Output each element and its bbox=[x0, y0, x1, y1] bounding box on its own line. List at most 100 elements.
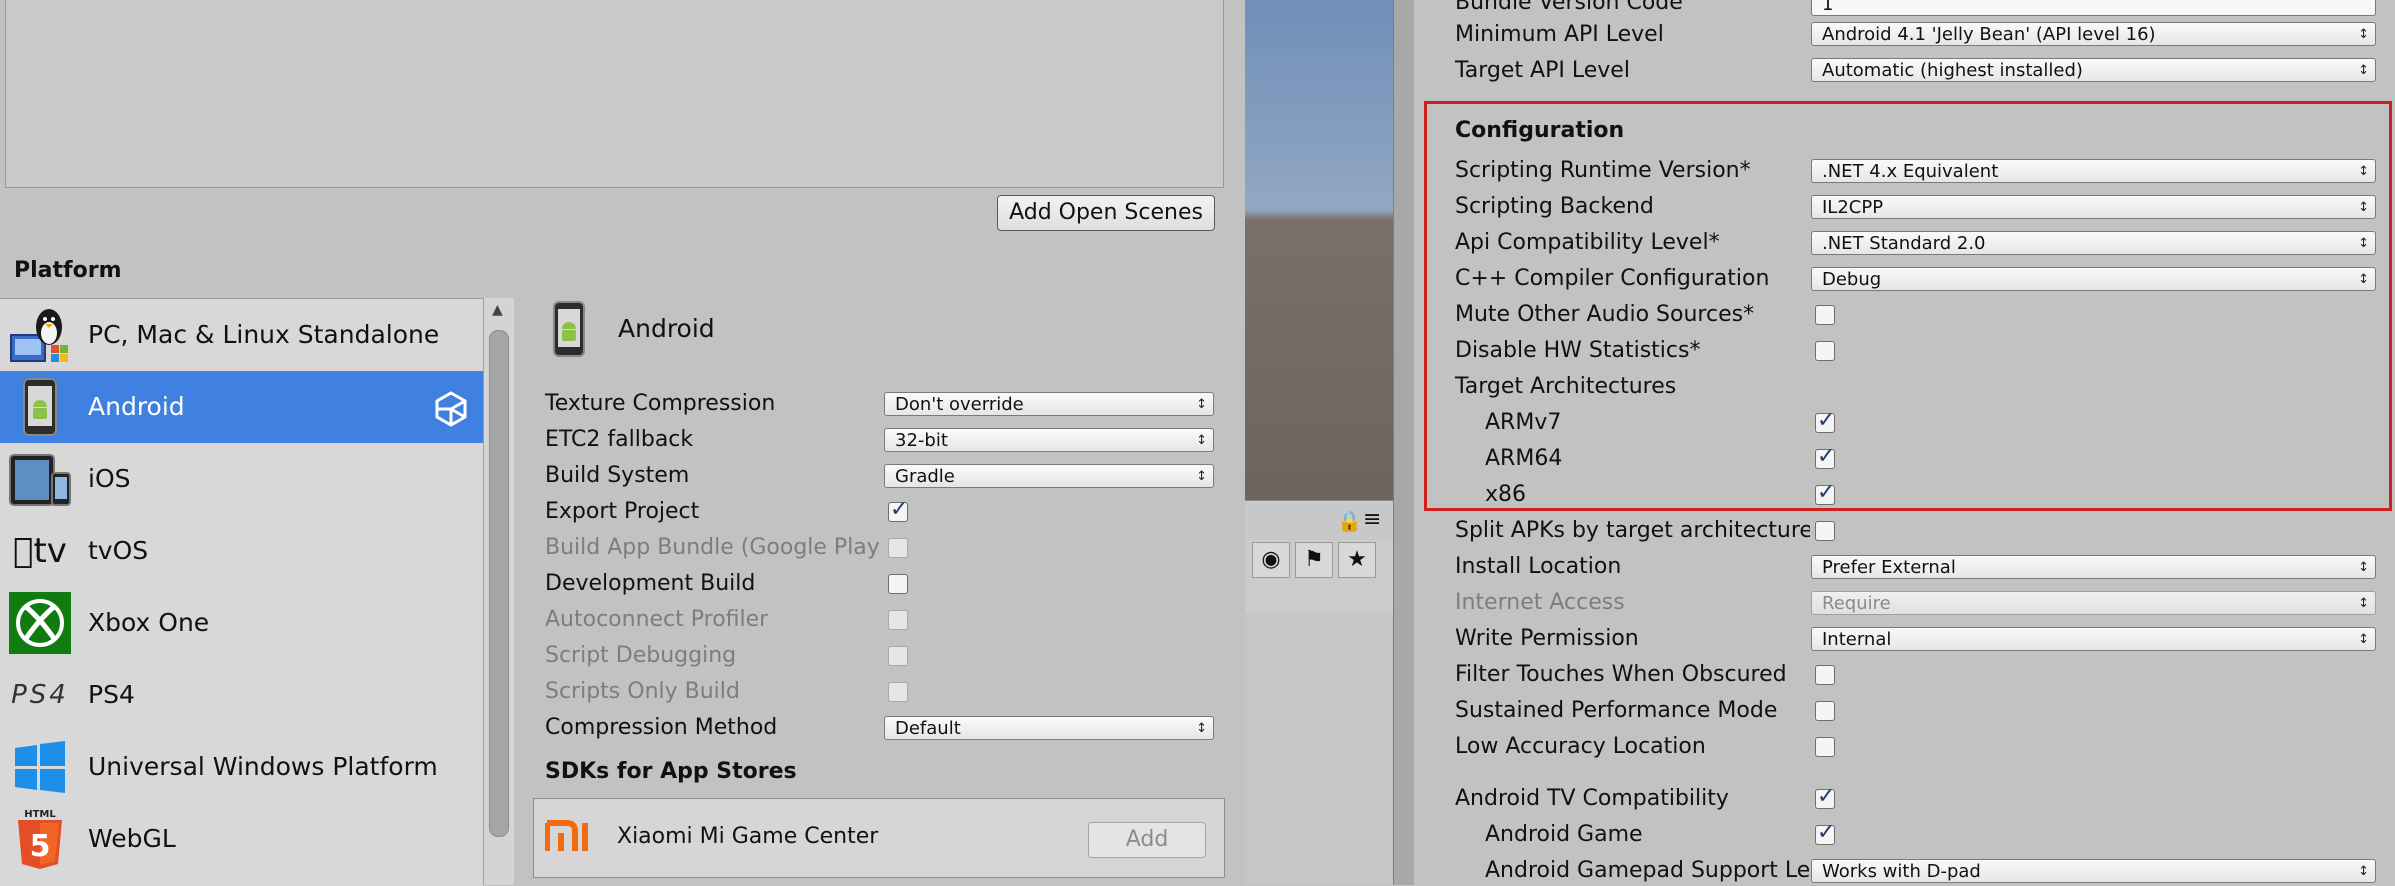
development-build-label: Development Build bbox=[545, 571, 756, 596]
dropdown-arrow-icon: ↕ bbox=[1196, 721, 1207, 736]
arm64-checkbox[interactable]: ✓ bbox=[1815, 444, 1835, 469]
filter-touches-checkbox[interactable] bbox=[1815, 665, 1835, 685]
minimum-api-level-label: Minimum API Level bbox=[1455, 22, 1664, 47]
build-settings-window: Add Open Scenes Platform PC, Mac & Linux… bbox=[0, 0, 1245, 886]
scripting-backend-label: Scripting Backend bbox=[1455, 194, 1654, 219]
api-compatibility-dropdown[interactable]: .NET Standard 2.0 ↕ bbox=[1811, 231, 2376, 255]
development-build-checkbox[interactable] bbox=[888, 574, 908, 594]
platform-item-webgl[interactable]: HTML 5 WebGL bbox=[0, 803, 483, 875]
platform-item-android[interactable]: Android bbox=[0, 371, 483, 443]
dropdown-arrow-icon: ↕ bbox=[2358, 632, 2369, 647]
dropdown-value: IL2CPP bbox=[1822, 197, 1884, 218]
scenes-in-build-list[interactable] bbox=[5, 0, 1224, 188]
autoconnect-profiler-checkbox[interactable] bbox=[888, 610, 908, 630]
cpp-compiler-dropdown[interactable]: Debug ↕ bbox=[1811, 267, 2376, 291]
platform-item-uwp[interactable]: Universal Windows Platform bbox=[0, 731, 483, 803]
html5-icon: HTML 5 bbox=[8, 809, 72, 869]
platform-list-scrollbar[interactable]: ▲ bbox=[483, 298, 514, 885]
install-location-label: Install Location bbox=[1455, 554, 1622, 579]
lock-icon[interactable]: 🔒 bbox=[1337, 509, 1362, 533]
sustained-performance-label: Sustained Performance Mode bbox=[1455, 698, 1778, 723]
dropdown-arrow-icon: ↕ bbox=[2358, 864, 2369, 879]
platform-header: Platform bbox=[14, 258, 122, 283]
ps4-icon: PS4 bbox=[8, 665, 72, 725]
add-open-scenes-button[interactable]: Add Open Scenes bbox=[997, 195, 1215, 231]
armv7-checkbox[interactable]: ✓ bbox=[1815, 408, 1835, 433]
android-game-checkbox[interactable]: ✓ bbox=[1815, 820, 1835, 845]
build-system-dropdown[interactable]: Gradle ↕ bbox=[884, 464, 1214, 488]
bundle-version-code-field[interactable]: 1 bbox=[1811, 0, 2376, 16]
filter-type-icon[interactable]: ◉ bbox=[1252, 542, 1290, 578]
scroll-up-arrow-icon[interactable]: ▲ bbox=[492, 302, 503, 318]
platform-item-tvos[interactable]: tv tvOS bbox=[0, 515, 483, 587]
android-tv-compat-checkbox[interactable]: ✓ bbox=[1815, 784, 1835, 809]
platform-item-ios[interactable]: iOS bbox=[0, 443, 483, 515]
bundle-version-code-label: Bundle Version Code bbox=[1455, 0, 1683, 15]
scripting-runtime-label: Scripting Runtime Version* bbox=[1455, 158, 1751, 183]
scrollbar-thumb[interactable] bbox=[489, 330, 509, 837]
configuration-header: Configuration bbox=[1455, 118, 1625, 143]
dropdown-value: Internal bbox=[1822, 629, 1892, 650]
low-accuracy-location-checkbox[interactable] bbox=[1815, 737, 1835, 757]
minimum-api-level-dropdown[interactable]: Android 4.1 'Jelly Bean' (API level 16) ↕ bbox=[1811, 22, 2376, 46]
platform-item-pc[interactable]: PC, Mac & Linux Standalone bbox=[0, 299, 483, 371]
dropdown-value: .NET 4.x Equivalent bbox=[1822, 161, 1999, 182]
platform-item-ps4[interactable]: PS4 PS4 bbox=[0, 659, 483, 731]
scripting-backend-dropdown[interactable]: IL2CPP ↕ bbox=[1811, 195, 2376, 219]
scripts-only-build-checkbox[interactable] bbox=[888, 682, 908, 702]
install-location-dropdown[interactable]: Prefer External ↕ bbox=[1811, 555, 2376, 579]
platform-list[interactable]: PC, Mac & Linux Standalone Android iOS t… bbox=[0, 298, 483, 886]
sdk-item-label: Xiaomi Mi Game Center bbox=[617, 824, 879, 849]
dropdown-arrow-icon: ↕ bbox=[2358, 596, 2369, 611]
dropdown-value: Gradle bbox=[895, 466, 955, 487]
dropdown-value: Works with D-pad bbox=[1822, 861, 1981, 882]
platform-label: Xbox One bbox=[88, 608, 210, 637]
label-tag-icon[interactable]: ⚑ bbox=[1295, 542, 1333, 578]
filter-touches-label: Filter Touches When Obscured bbox=[1455, 662, 1787, 687]
build-system-label: Build System bbox=[545, 463, 690, 488]
disable-hw-stats-checkbox[interactable] bbox=[1815, 341, 1835, 361]
armv7-label: ARMv7 bbox=[1485, 410, 1562, 435]
internet-access-label: Internet Access bbox=[1455, 590, 1625, 615]
dropdown-value: Automatic (highest installed) bbox=[1822, 60, 2083, 81]
texture-compression-dropdown[interactable]: Don't override ↕ bbox=[884, 392, 1214, 416]
gamepad-support-dropdown[interactable]: Works with D-pad ↕ bbox=[1811, 859, 2376, 883]
android-icon bbox=[8, 377, 72, 437]
compression-method-dropdown[interactable]: Default ↕ bbox=[884, 716, 1214, 740]
sustained-performance-checkbox[interactable] bbox=[1815, 701, 1835, 721]
dropdown-arrow-icon: ↕ bbox=[2358, 164, 2369, 179]
mute-audio-label: Mute Other Audio Sources* bbox=[1455, 302, 1755, 327]
dropdown-value: Don't override bbox=[895, 394, 1024, 415]
split-apks-label: Split APKs by target architecture bbox=[1455, 518, 1810, 543]
export-project-checkbox[interactable]: ✓ bbox=[888, 497, 908, 522]
etc2-fallback-dropdown[interactable]: 32-bit ↕ bbox=[884, 428, 1214, 452]
sdk-add-button[interactable]: Add bbox=[1088, 822, 1206, 858]
split-apks-checkbox[interactable] bbox=[1815, 521, 1835, 541]
internet-access-dropdown[interactable]: Require ↕ bbox=[1811, 591, 2376, 615]
android-game-label: Android Game bbox=[1485, 822, 1643, 847]
checkmark-icon: ✓ bbox=[1817, 784, 1836, 809]
dropdown-value: Android 4.1 'Jelly Bean' (API level 16) bbox=[1822, 24, 2156, 45]
platform-item-xbox-one[interactable]: Xbox One bbox=[0, 587, 483, 659]
unity-active-platform-icon bbox=[431, 389, 471, 429]
panel-divider[interactable] bbox=[1393, 0, 1415, 885]
cpp-compiler-label: C++ Compiler Configuration bbox=[1455, 266, 1770, 291]
target-architectures-label: Target Architectures bbox=[1455, 374, 1677, 399]
dropdown-arrow-icon: ↕ bbox=[1196, 433, 1207, 448]
scripting-runtime-dropdown[interactable]: .NET 4.x Equivalent ↕ bbox=[1811, 159, 2376, 183]
mute-audio-checkbox[interactable] bbox=[1815, 305, 1835, 325]
dropdown-arrow-icon: ↕ bbox=[2358, 27, 2369, 42]
dropdown-arrow-icon: ↕ bbox=[2358, 236, 2369, 251]
script-debugging-checkbox[interactable] bbox=[888, 646, 908, 666]
target-api-level-dropdown[interactable]: Automatic (highest installed) ↕ bbox=[1811, 58, 2376, 82]
ios-devices-icon bbox=[8, 449, 72, 509]
write-permission-dropdown[interactable]: Internal ↕ bbox=[1811, 627, 2376, 651]
arm64-label: ARM64 bbox=[1485, 446, 1563, 471]
menu-icon[interactable]: ≡ bbox=[1363, 507, 1381, 532]
favorite-star-icon[interactable]: ★ bbox=[1338, 542, 1376, 578]
x86-checkbox[interactable]: ✓ bbox=[1815, 480, 1835, 505]
windows-icon bbox=[8, 737, 72, 797]
platform-label: Universal Windows Platform bbox=[88, 752, 438, 781]
build-app-bundle-checkbox[interactable] bbox=[888, 538, 908, 558]
platform-title: Android bbox=[618, 314, 715, 343]
